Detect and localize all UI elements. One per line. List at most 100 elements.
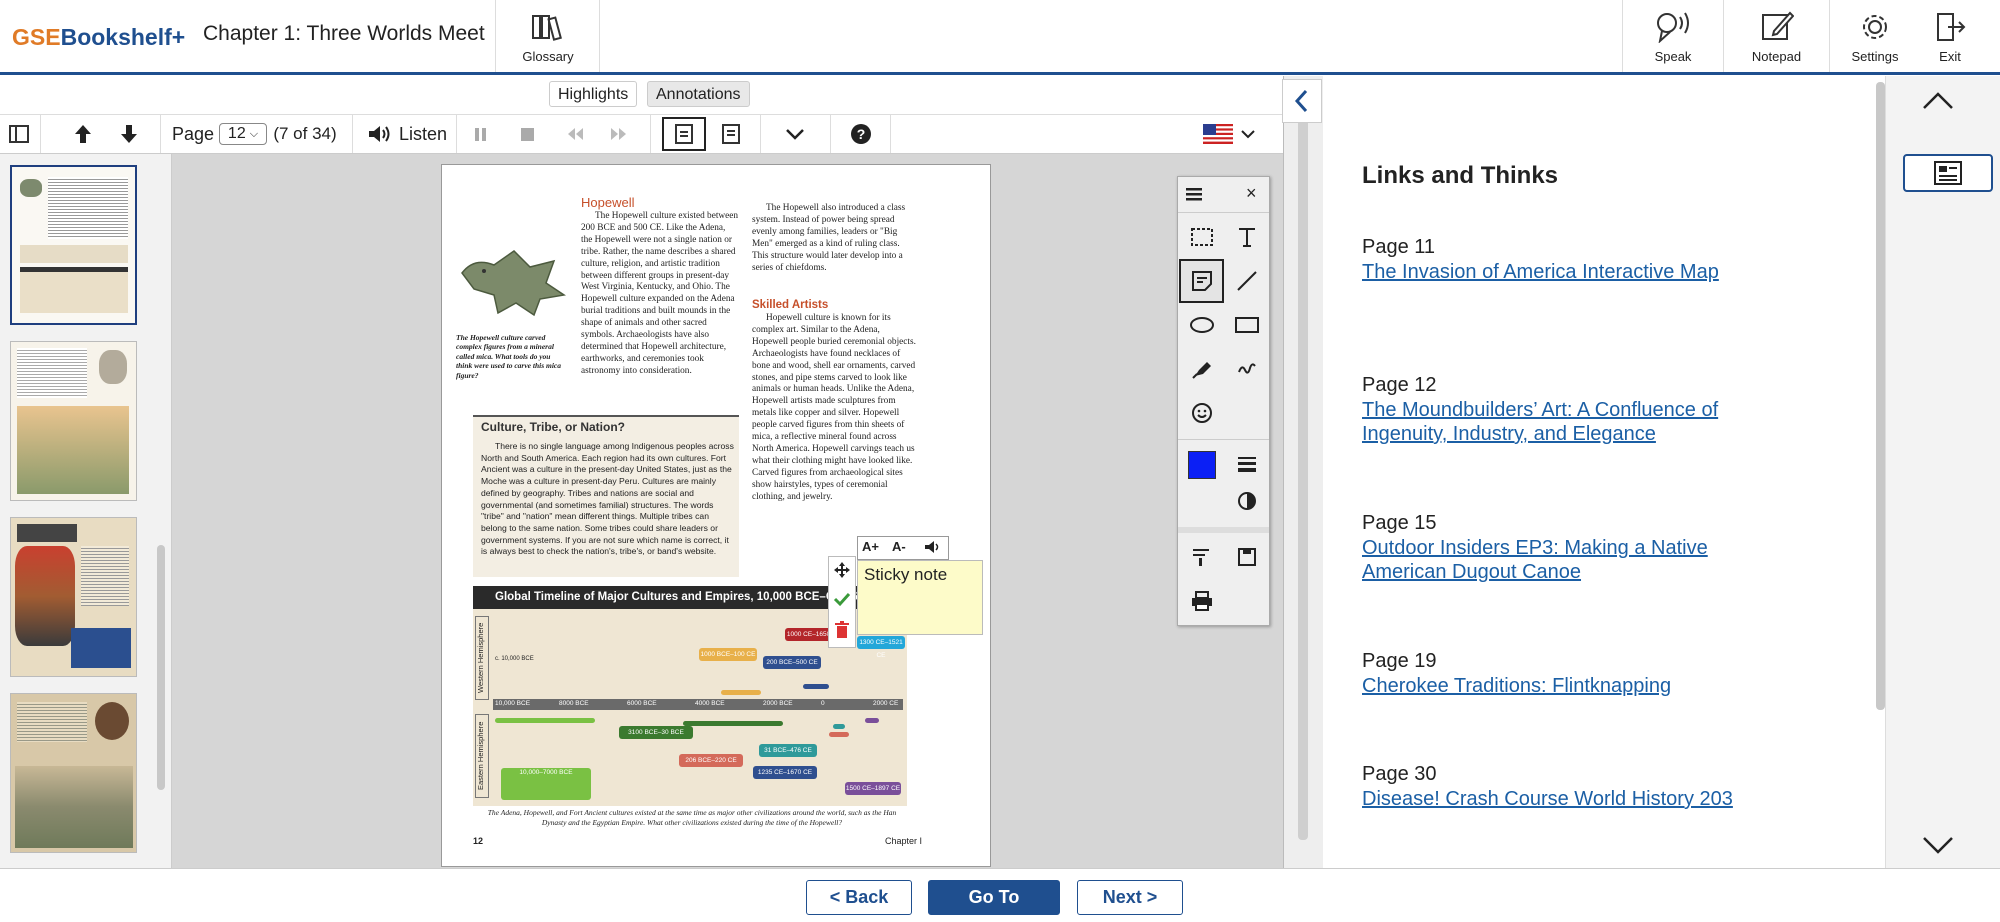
- fast-forward-button[interactable]: [606, 115, 632, 153]
- color-swatch: [1187, 451, 1216, 479]
- rewind-button[interactable]: [562, 115, 588, 153]
- opacity-tool[interactable]: [1224, 479, 1269, 523]
- settings-button[interactable]: Settings: [1830, 0, 1920, 72]
- freehand-tool[interactable]: [1224, 347, 1269, 391]
- highlighter-tool[interactable]: [1179, 347, 1224, 391]
- chevron-down-icon: ⌵: [249, 127, 259, 140]
- delete-note-button[interactable]: [835, 621, 849, 644]
- timeline-bar: [829, 732, 849, 737]
- previous-link-button[interactable]: [1282, 79, 1322, 123]
- toggle-sidebar-button[interactable]: [4, 115, 34, 153]
- timeline-bar: [865, 718, 879, 723]
- exit-button[interactable]: Exit: [1920, 0, 1980, 72]
- speak-button[interactable]: Speak: [1623, 0, 1723, 72]
- move-handle[interactable]: [833, 561, 851, 584]
- save-tool[interactable]: [1224, 535, 1269, 579]
- listen-button[interactable]: Listen: [364, 115, 450, 153]
- sticky-note-actions: [828, 556, 856, 648]
- notepad-button[interactable]: Notepad: [1724, 0, 1829, 72]
- font-decrease-button[interactable]: A-: [892, 539, 916, 557]
- ellipse-tool[interactable]: [1179, 303, 1224, 347]
- tab-annotations[interactable]: Annotations: [647, 81, 750, 107]
- thumbnail-image: [20, 179, 42, 197]
- close-toolbox-button[interactable]: ×: [1246, 183, 1257, 204]
- next-page-button[interactable]: [114, 115, 144, 153]
- trash-icon: [835, 621, 849, 638]
- squiggle-icon: [1237, 363, 1256, 374]
- thumbnail-page-15[interactable]: [10, 693, 137, 853]
- ellipse-icon: [1189, 317, 1214, 333]
- books-icon: [532, 15, 562, 41]
- read-aloud-button[interactable]: [924, 540, 942, 559]
- back-button[interactable]: < Back: [806, 880, 912, 915]
- divider: [352, 115, 353, 153]
- thumbnail-page-12[interactable]: [10, 165, 137, 325]
- stop-button[interactable]: [514, 115, 540, 153]
- reader-toolbar: Page 12 ⌵ (7 of 34) Listen ?: [0, 114, 1283, 154]
- select-area-tool[interactable]: [1179, 215, 1224, 259]
- color-picker[interactable]: [1179, 443, 1224, 487]
- sticky-note[interactable]: Sticky note: [857, 560, 983, 635]
- glossary-button[interactable]: Glossary: [497, 0, 599, 72]
- print-tool[interactable]: [1179, 579, 1224, 623]
- thumbnail-page-13[interactable]: [10, 341, 137, 501]
- next-button[interactable]: Next >: [1077, 880, 1183, 915]
- thumbnail-text: [17, 702, 87, 742]
- timeline-bar: [495, 718, 595, 723]
- page-number: 12: [473, 836, 484, 846]
- help-button[interactable]: ?: [848, 115, 874, 153]
- sticky-note-text[interactable]: Sticky note: [864, 565, 947, 584]
- divider: [495, 0, 496, 72]
- tab-highlights[interactable]: Highlights: [549, 81, 638, 107]
- mica-bird-image: [461, 250, 566, 317]
- thumbnail-page-14[interactable]: [10, 517, 137, 677]
- scroll-up-button[interactable]: [1922, 90, 1954, 115]
- arrow-down-icon: [121, 125, 137, 143]
- links-panel-scrollbar[interactable]: [1876, 82, 1885, 710]
- sticky-note-tool[interactable]: [1179, 259, 1224, 303]
- link-item[interactable]: The Moundbuilders’ Art: A Confluence of …: [1362, 398, 1762, 446]
- thumbnail-text: [81, 546, 129, 606]
- link-item[interactable]: Outdoor Insiders EP3: Making a Native Am…: [1362, 536, 1762, 584]
- go-to-button[interactable]: Go To: [928, 880, 1060, 915]
- link-item[interactable]: The Invasion of America Interactive Map: [1362, 260, 1762, 284]
- us-flag-icon: [1203, 124, 1233, 144]
- splitter-handle[interactable]: [1298, 100, 1308, 840]
- pause-button[interactable]: [468, 115, 494, 153]
- thumbnail-box: [71, 628, 131, 668]
- links-view-button[interactable]: [1903, 154, 1993, 192]
- link-item[interactable]: Disease! Crash Course World History 203: [1362, 787, 1762, 811]
- hamburger-icon: [1186, 188, 1202, 201]
- thumbnail-image: [15, 546, 75, 646]
- menu-button[interactable]: [1186, 186, 1204, 207]
- line-tool[interactable]: [1224, 259, 1269, 303]
- rectangle-tool[interactable]: [1224, 303, 1269, 347]
- toolbox-header: ×: [1178, 177, 1269, 213]
- scroll-down-button[interactable]: [1922, 836, 1954, 861]
- divider: [160, 115, 161, 153]
- eastern-hemisphere-label: Eastern Hemisphere: [475, 714, 489, 798]
- book-page: The Hopewell culture carved complex figu…: [441, 164, 991, 867]
- text-tool[interactable]: [1224, 215, 1269, 259]
- link-page-label: Page 19: [1362, 650, 1437, 672]
- page-view-button[interactable]: [716, 115, 746, 153]
- confirm-note-button[interactable]: [833, 591, 851, 612]
- thumbnail-scrollbar[interactable]: [157, 545, 165, 790]
- thumbnail-map: [17, 406, 129, 494]
- rectangle-icon: [1234, 317, 1259, 333]
- divider: [1178, 527, 1269, 533]
- font-increase-button[interactable]: A+: [862, 539, 886, 557]
- link-item[interactable]: Cherokee Traditions: Flintknapping: [1362, 674, 1762, 698]
- page-select[interactable]: 12 ⌵: [219, 123, 267, 145]
- page-thumbnails: [0, 154, 172, 868]
- gear-icon: [1863, 15, 1887, 39]
- language-select[interactable]: [1198, 115, 1260, 153]
- timeline-item: 1235 CE–1670 CE: [753, 766, 817, 779]
- previous-page-button[interactable]: [68, 115, 98, 153]
- right-side-rail: [1885, 76, 2000, 868]
- more-options-button[interactable]: [780, 115, 810, 153]
- emoji-tool[interactable]: [1179, 391, 1224, 435]
- timeline-bar: [803, 684, 829, 689]
- clear-annotations-tool[interactable]: [1179, 535, 1224, 579]
- text-view-button[interactable]: [662, 117, 706, 151]
